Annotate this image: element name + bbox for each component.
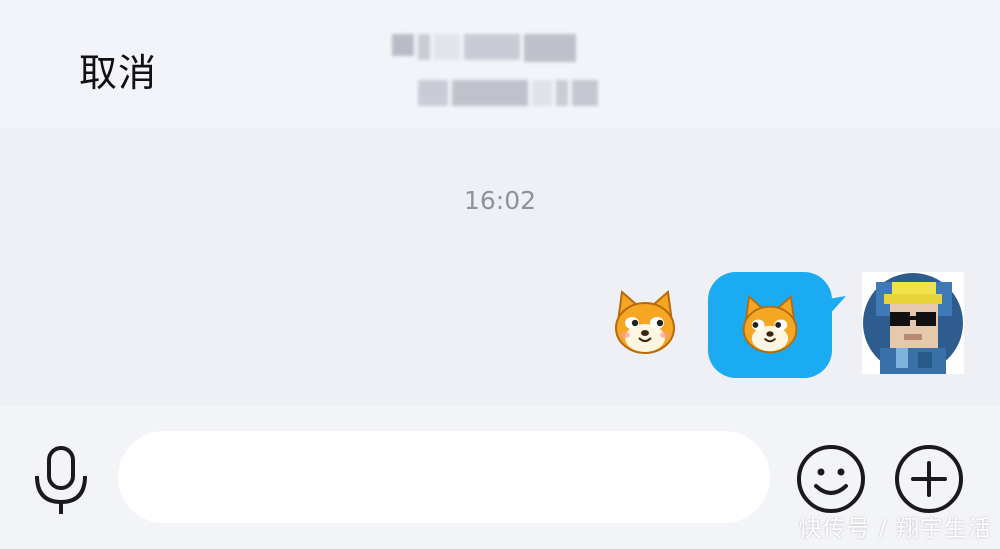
avatar-image (862, 272, 964, 374)
plus-icon (895, 445, 963, 513)
shiba-dog-icon (742, 294, 798, 354)
emoji-smile-icon (797, 445, 865, 513)
contact-title-redacted (392, 28, 598, 112)
avatar[interactable] (862, 272, 964, 374)
redacted-name (392, 34, 576, 62)
cancel-button[interactable]: 取消 (79, 42, 157, 97)
emoji-button[interactable] (796, 444, 866, 518)
message-input[interactable] (118, 431, 770, 523)
redacted-subtitle (418, 80, 598, 106)
shiba-dog-icon (615, 290, 675, 354)
input-bar: 快传号 / 翔宇生活 (0, 406, 1000, 549)
voice-button[interactable] (30, 446, 92, 520)
microphone-icon (35, 446, 87, 514)
more-button[interactable] (894, 444, 964, 518)
message-timestamp: 16:02 (463, 186, 537, 215)
message-bubble[interactable] (708, 272, 832, 378)
chat-header: 取消 (0, 0, 1000, 128)
bubble-tail (822, 296, 846, 316)
chat-area: 16:02 (0, 128, 1000, 406)
shiba-dog-sticker[interactable] (612, 288, 678, 360)
watermark: 快传号 / 翔宇生活 (798, 516, 992, 542)
